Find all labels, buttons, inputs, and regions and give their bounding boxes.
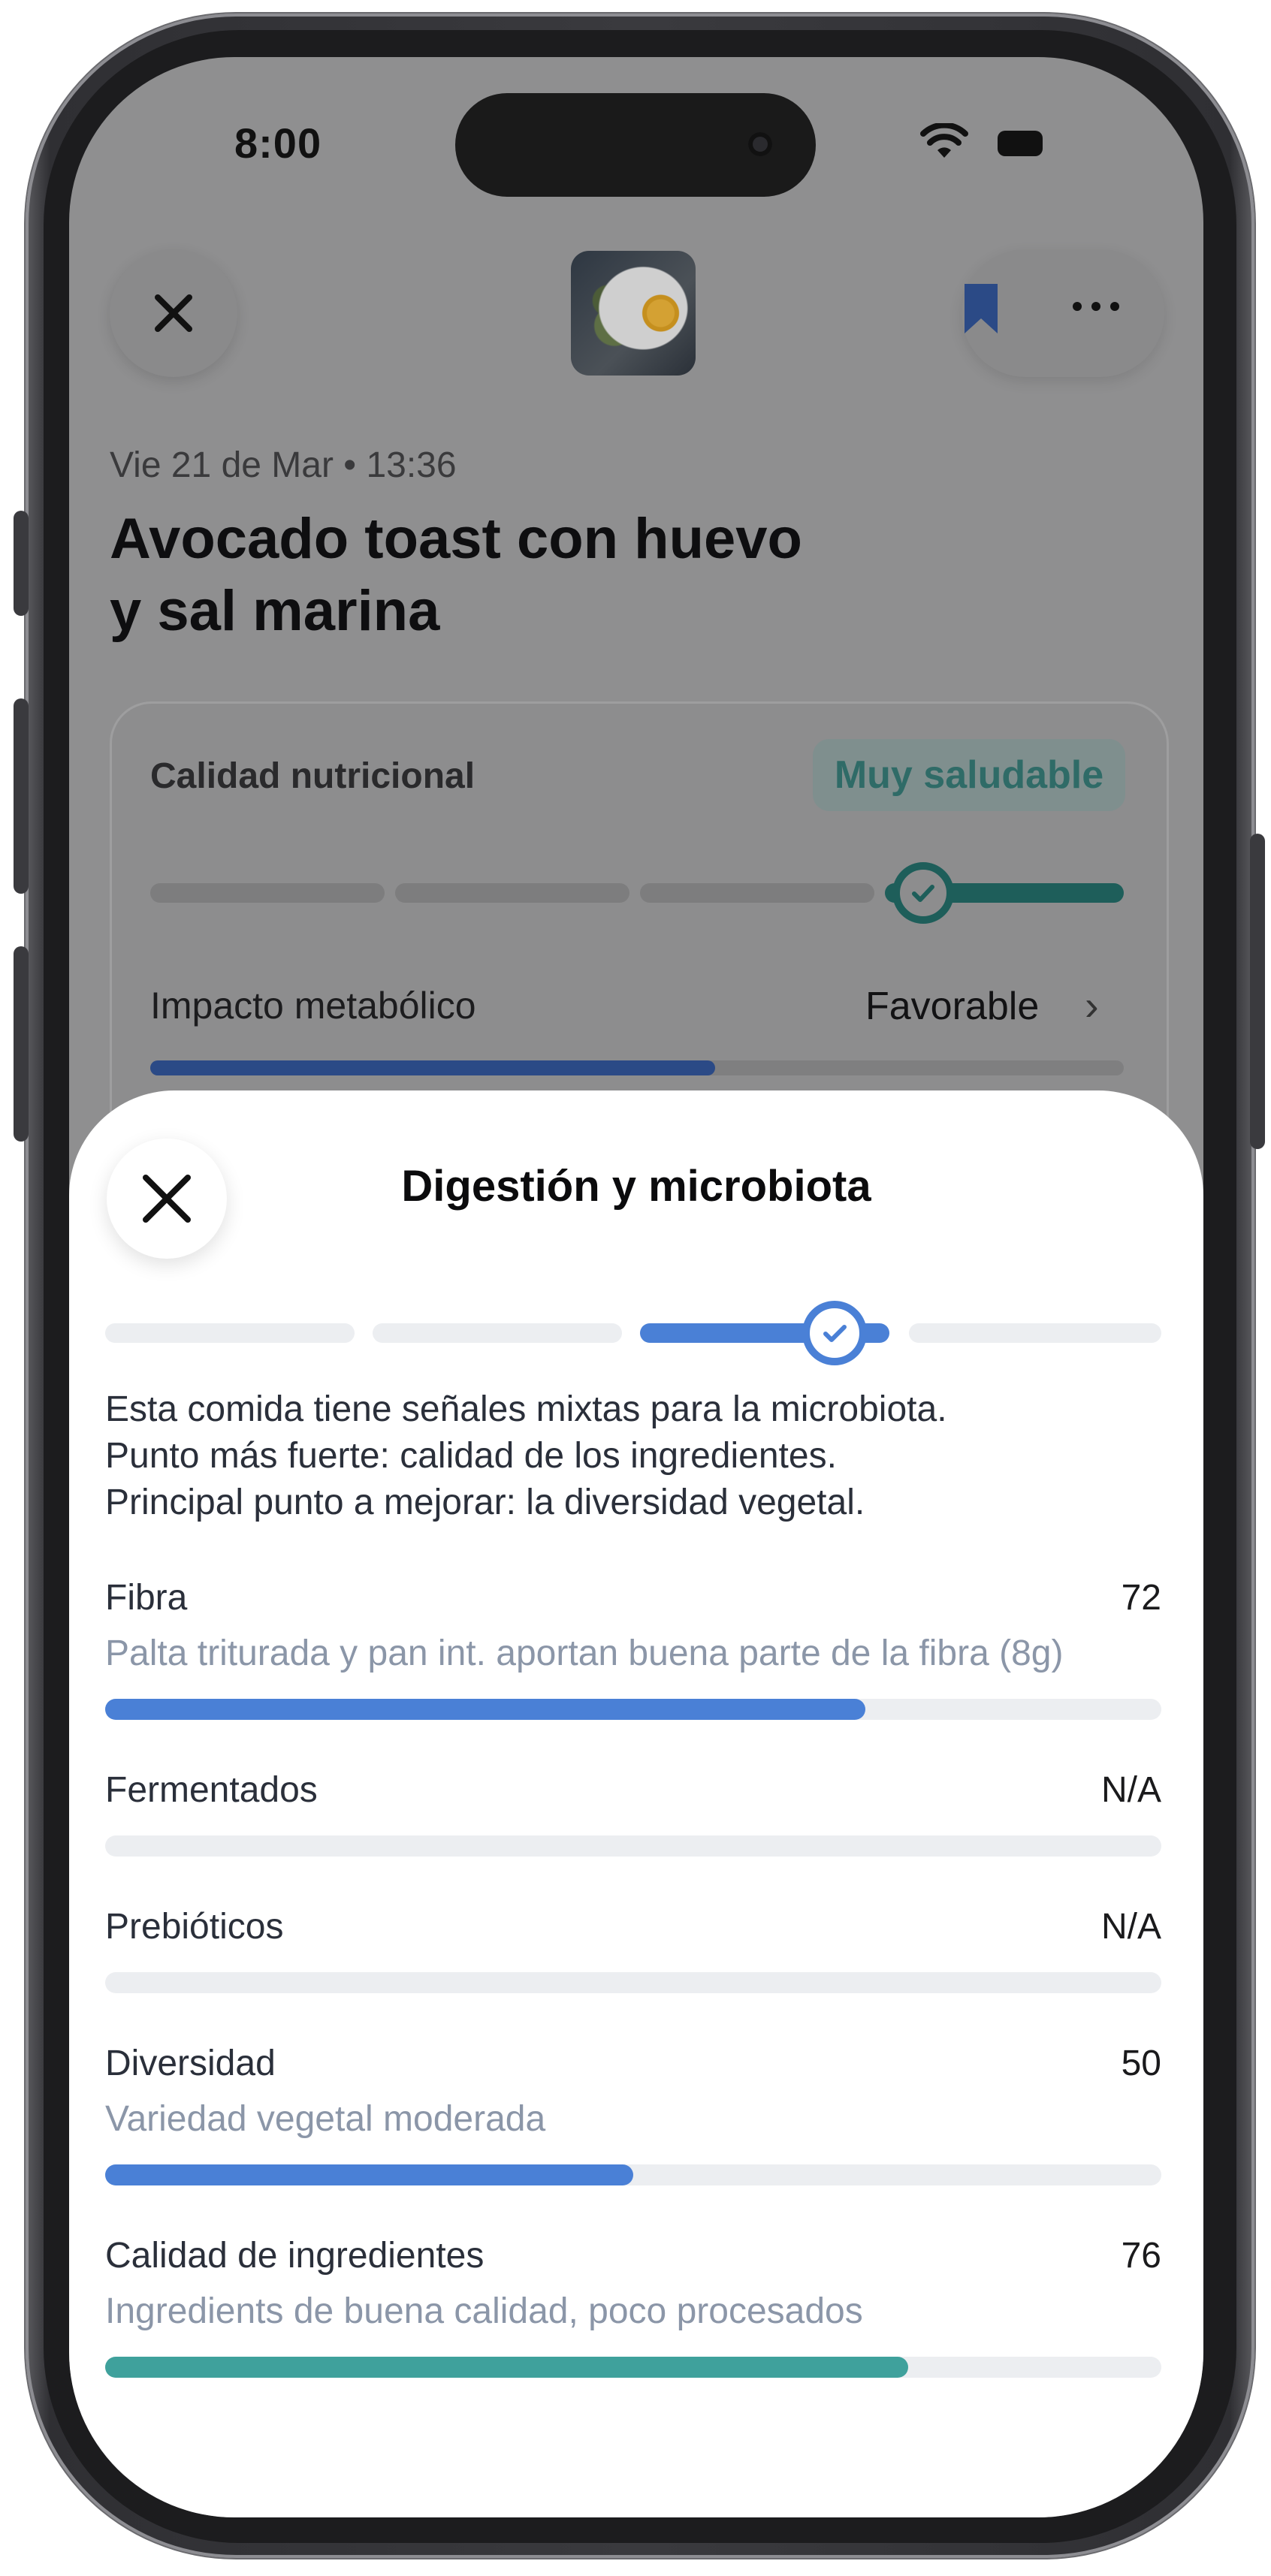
quality-segment	[640, 883, 874, 903]
digestion-indicator	[802, 1301, 867, 1365]
metabolic-bar-fill	[150, 1060, 715, 1075]
quality-indicator	[892, 862, 954, 924]
close-button[interactable]	[110, 249, 237, 377]
metabolic-value[interactable]: Favorable	[865, 984, 1039, 1029]
wifi-icon	[920, 123, 968, 158]
meal-title-line1: Avocado toast con huevo	[110, 507, 802, 571]
summary-text: Esta comida tiene señales mixtas para la…	[105, 1386, 1172, 1526]
digestion-segment	[105, 1323, 355, 1343]
metric-diversidad-description: Variedad vegetal moderada	[105, 2099, 546, 2139]
quality-badge: Muy saludable	[813, 739, 1125, 811]
summary-line: Principal punto a mejorar: la diversidad…	[105, 1483, 865, 1522]
quality-segment	[395, 883, 629, 903]
metric-fermentados-name: Fermentados	[105, 1770, 318, 1810]
summary-line: Punto más fuerte: calidad de los ingredi…	[105, 1436, 837, 1476]
metric-fibra-name: Fibra	[105, 1578, 188, 1618]
metric-calidad-description: Ingredients de buena calidad, poco proce…	[105, 2291, 863, 2331]
action-button	[14, 511, 29, 616]
summary-line: Esta comida tiene señales mixtas para la…	[105, 1389, 947, 1429]
metric-diversidad-fill	[105, 2164, 633, 2185]
quality-badge-text: Muy saludable	[834, 753, 1104, 797]
metric-fibra-description: Palta triturada y pan int. aportan buena…	[105, 1633, 1064, 1673]
metric-diversidad-score: 50	[1121, 2044, 1161, 2083]
metric-diversidad-name: Diversidad	[105, 2044, 276, 2083]
sheet-title: Digestión y microbiota	[401, 1162, 871, 1211]
check-icon	[823, 1325, 847, 1342]
metric-calidad-name: Calidad de ingredientes	[105, 2236, 485, 2276]
metric-prebioticos-track	[105, 1972, 1161, 1993]
metric-prebioticos-score: N/A	[1100, 1907, 1161, 1947]
volume-down-button	[14, 946, 29, 1142]
meal-date: Vie 21 de Mar • 13:36	[110, 445, 457, 485]
metric-fibra-fill	[105, 1699, 865, 1720]
volume-up-button	[14, 698, 29, 894]
quality-segment	[150, 883, 385, 903]
metric-calidad-fill	[105, 2357, 908, 2378]
meal-title: Avocado toast con huevo y sal marina	[110, 503, 936, 647]
battery-icon	[998, 131, 1043, 156]
power-button	[1250, 834, 1265, 1149]
metric-prebioticos-name: Prebióticos	[105, 1907, 284, 1947]
more-icon[interactable]	[1070, 297, 1122, 315]
check-icon	[912, 885, 934, 902]
meal-title-line2: y sal marina	[110, 579, 440, 643]
digestion-segment	[909, 1323, 1161, 1343]
screen: 8:00 Vie 21 de Mar • 13:36 Avocado toast…	[69, 57, 1203, 2517]
metric-fermentados-track	[105, 1835, 1161, 1857]
metric-fermentados-score: N/A	[1100, 1770, 1161, 1810]
front-camera	[748, 132, 772, 156]
metabolic-label: Impacto metabólico	[150, 985, 476, 1027]
quality-label: Calidad nutricional	[150, 756, 475, 796]
close-icon	[155, 294, 192, 332]
status-time: 8:00	[234, 119, 322, 167]
metric-fibra-score: 72	[1121, 1578, 1161, 1618]
chevron-right-icon[interactable]: ›	[1085, 981, 1099, 1030]
digestion-segment	[373, 1323, 622, 1343]
bookmark-icon[interactable]	[959, 281, 1004, 338]
metric-calidad-score: 76	[1121, 2236, 1161, 2276]
food-thumbnail[interactable]	[571, 251, 696, 376]
